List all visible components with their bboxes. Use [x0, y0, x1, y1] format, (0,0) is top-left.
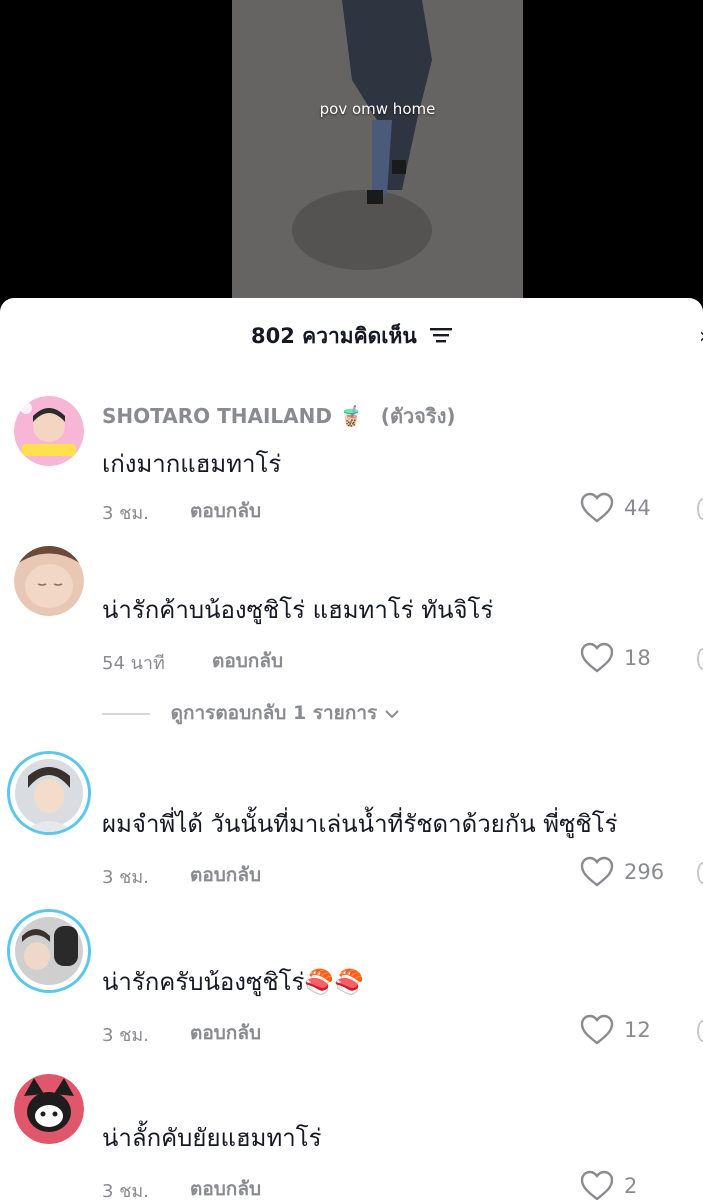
heart-icon: [580, 642, 614, 673]
avatar[interactable]: [14, 1074, 84, 1144]
video-caption: pov omw home: [319, 100, 436, 118]
like-button[interactable]: 2: [580, 1170, 680, 1200]
like-button[interactable]: 296: [580, 856, 680, 890]
like-button[interactable]: 12: [580, 1014, 680, 1048]
like-count: 12: [624, 1018, 651, 1042]
heart-icon: [580, 492, 614, 523]
heart-icon: [580, 1014, 614, 1045]
view-replies-label: ดูการตอบกลับ 1 รายการ: [170, 702, 378, 724]
bubble-tea-emoji: 🧋: [338, 404, 364, 428]
more-icon[interactable]: [697, 1020, 703, 1042]
comment-time: 54 นาที: [102, 653, 165, 674]
comments-count-title: 802 ความคิดเห็น: [251, 324, 417, 348]
more-icon[interactable]: [697, 648, 703, 670]
comment-text: ผมจำพี่ได้ วันนั้นที่มาเล่นน้ำที่รัชดาด้…: [102, 810, 618, 838]
like-count: 296: [624, 860, 665, 884]
filter-lines-icon[interactable]: [430, 325, 452, 349]
reply-button[interactable]: ตอบกลับ: [212, 646, 283, 676]
avatar[interactable]: [10, 912, 88, 990]
like-button[interactable]: 18: [580, 642, 680, 676]
like-count: 18: [624, 646, 651, 670]
comments-header: 802 ความคิดเห็น: [0, 320, 703, 353]
reply-button[interactable]: ตอบกลับ: [190, 496, 261, 526]
more-icon[interactable]: [697, 498, 703, 520]
comment-time: 3 ชม.: [102, 1181, 149, 1200]
video-player[interactable]: pov omw home: [0, 0, 703, 300]
reply-button[interactable]: ตอบกลับ: [190, 860, 261, 890]
like-button[interactable]: 44: [580, 492, 680, 526]
video-frame[interactable]: pov omw home: [232, 0, 523, 300]
like-count: 44: [624, 496, 651, 520]
avatar[interactable]: [14, 546, 84, 616]
avatar[interactable]: [14, 396, 84, 466]
reply-button[interactable]: ตอบกลับ: [190, 1174, 261, 1200]
comment-text: น่ารักครับน้องซูชิโร่🍣🍣: [102, 968, 365, 996]
reply-button[interactable]: ตอบกลับ: [190, 1018, 261, 1048]
heart-icon: [580, 1170, 614, 1200]
username[interactable]: SHOTARO THAILAND 🧋 (ตัวจริง): [102, 400, 456, 432]
view-replies-button[interactable]: ดูการตอบกลับ 1 รายการ: [102, 698, 400, 728]
close-icon[interactable]: ›: [699, 324, 703, 350]
sushi-emoji: 🍣🍣: [304, 968, 365, 996]
comment-time: 3 ชม.: [102, 503, 149, 524]
verified-label: (ตัวจริง): [380, 404, 456, 428]
comment-time: 3 ชม.: [102, 867, 149, 888]
more-icon[interactable]: [697, 862, 703, 884]
comment-time: 3 ชม.: [102, 1025, 149, 1046]
comment-text: เก่งมากแฮมทาโร่: [102, 450, 282, 478]
comments-sheet: 802 ความคิดเห็น › SHOTARO THAILAND 🧋 (ตั…: [0, 298, 703, 1200]
comment-text: น่ารักค้าบน้องซูชิโร่ แฮมทาโร่ ทันจิโร่: [102, 596, 494, 624]
heart-icon: [580, 856, 614, 887]
divider: [102, 712, 150, 715]
comment-text: น่าลั้กคับยัยแฮมทาโร่: [102, 1124, 322, 1152]
avatar[interactable]: [10, 754, 88, 832]
video-thumbnail: [232, 0, 523, 300]
chevron-down-icon: [384, 702, 400, 724]
like-count: 2: [624, 1174, 638, 1198]
